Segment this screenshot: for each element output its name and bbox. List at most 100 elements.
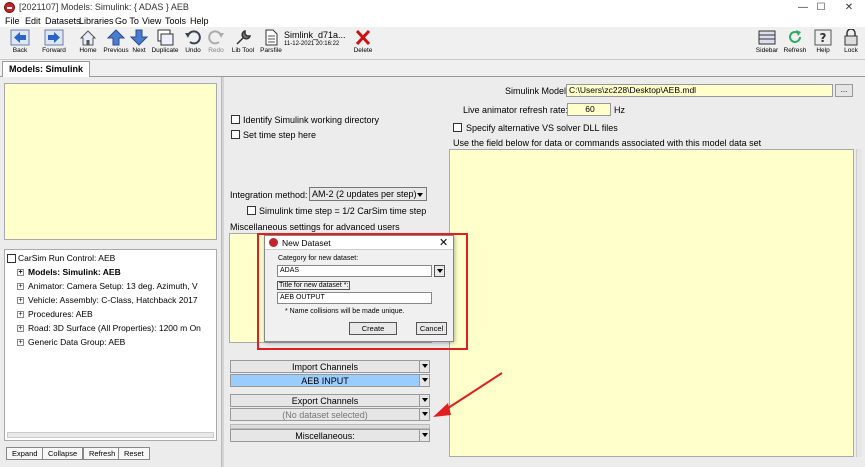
red-highlight-box bbox=[257, 233, 468, 350]
export-channels-button[interactable]: Export Channels bbox=[230, 394, 420, 407]
help-button[interactable]: ? Help bbox=[808, 29, 838, 59]
maximize-button[interactable]: ☐ bbox=[808, 1, 834, 14]
menu-libraries[interactable]: Libraries bbox=[79, 15, 114, 27]
reset-button[interactable]: Reset bbox=[118, 447, 150, 460]
dataset-name: Simlink_d71a... bbox=[284, 30, 346, 40]
simulink-model-label: Simulink Model: bbox=[505, 86, 569, 96]
tree-root-checkbox[interactable] bbox=[7, 254, 16, 264]
browse-button[interactable]: ... bbox=[835, 84, 853, 97]
import-channels-button[interactable]: Import Channels bbox=[230, 360, 420, 373]
down-arrow-icon bbox=[130, 29, 148, 46]
refresh-tree-button[interactable]: Refresh bbox=[83, 447, 122, 460]
set-time-step-label: Set time step here bbox=[243, 130, 317, 140]
field-hint-text: Use the field below for data or commands… bbox=[453, 138, 762, 148]
export-channels-dropdown[interactable] bbox=[419, 394, 430, 407]
lock-icon bbox=[844, 29, 858, 46]
tree-item[interactable]: + Generic Data Group: AEB bbox=[17, 336, 125, 349]
tab-models-simulink[interactable]: Models: Simulink bbox=[2, 61, 91, 77]
identify-directory-label: Identify Simulink working directory bbox=[243, 115, 380, 125]
menu-view[interactable]: View bbox=[142, 15, 161, 27]
model-data-field[interactable] bbox=[449, 149, 854, 457]
export-dataset-dropdown[interactable] bbox=[419, 408, 430, 421]
app-logo-icon bbox=[4, 2, 15, 13]
window-titlebar: [2021107] Models: Simulink: { ADAS } AEB… bbox=[0, 0, 865, 15]
duplicate-icon bbox=[157, 29, 174, 46]
chevron-down-icon bbox=[421, 412, 428, 416]
identify-directory-checkbox[interactable] bbox=[231, 115, 240, 124]
vs-solver-checkbox[interactable] bbox=[453, 123, 462, 132]
expand-plus-icon[interactable]: + bbox=[17, 339, 24, 346]
integration-method-label: Integration method: bbox=[230, 190, 308, 200]
import-channels-dropdown[interactable] bbox=[419, 360, 430, 373]
expand-button[interactable]: Expand bbox=[6, 447, 44, 460]
wrench-icon bbox=[236, 29, 252, 45]
close-window-button[interactable]: ✕ bbox=[836, 1, 862, 14]
document-icon bbox=[265, 29, 278, 46]
misc-settings-label: Miscellaneous settings for advanced user… bbox=[230, 222, 400, 232]
redo-button[interactable]: Redo bbox=[201, 29, 231, 59]
red-arrow-annotation bbox=[433, 372, 503, 417]
expand-plus-icon[interactable]: + bbox=[17, 325, 24, 332]
menu-goto[interactable]: Go To bbox=[115, 15, 139, 27]
sim-time-step-label: Simulink time step = 1/2 CarSim time ste… bbox=[259, 206, 427, 216]
refresh-toolbar-button[interactable]: Refresh bbox=[780, 29, 810, 59]
vs-solver-label: Specify alternative VS solver DLL files bbox=[466, 123, 618, 133]
sidebar-button[interactable]: Sidebar bbox=[752, 29, 782, 59]
tree-item[interactable]: + Models: Simulink: AEB bbox=[17, 266, 121, 279]
chevron-down-icon bbox=[417, 193, 423, 197]
back-button[interactable]: Back bbox=[4, 29, 36, 59]
tree-item[interactable]: + Road: 3D Surface (All Properties): 1200… bbox=[17, 322, 201, 335]
menu-tools[interactable]: Tools bbox=[165, 15, 186, 27]
home-icon bbox=[79, 30, 97, 46]
expand-plus-icon[interactable]: + bbox=[17, 283, 24, 290]
tree-item[interactable]: + Vehicle: Assembly: C-Class, Hatchback 2… bbox=[17, 294, 198, 307]
aeb-input-dropdown[interactable] bbox=[419, 374, 430, 387]
menu-edit[interactable]: Edit bbox=[25, 15, 41, 27]
tree-item[interactable]: + Procedures: AEB bbox=[17, 308, 93, 321]
menu-file[interactable]: File bbox=[5, 15, 20, 27]
right-scrollbar[interactable] bbox=[856, 149, 862, 457]
refresh-rate-input[interactable]: 60 bbox=[567, 103, 611, 116]
refresh-rate-label: Live animator refresh rate: bbox=[463, 105, 569, 115]
tree-horizontal-scrollbar[interactable] bbox=[7, 432, 214, 438]
back-arrow-icon bbox=[10, 29, 30, 46]
tree-item[interactable]: + Animator: Camera Setup: 13 deg. Azimuth… bbox=[17, 280, 198, 293]
collapse-button[interactable]: Collapse bbox=[42, 447, 84, 460]
window-title: [2021107] Models: Simulink: { ADAS } AEB bbox=[19, 2, 189, 12]
forward-button[interactable]: Forward bbox=[38, 29, 70, 59]
lib-tool-button[interactable]: Lib Tool bbox=[228, 29, 258, 59]
tree-root[interactable]: CarSim Run Control: AEB bbox=[7, 252, 115, 265]
refresh-icon bbox=[789, 30, 801, 43]
menu-datasets[interactable]: Datasets bbox=[45, 15, 81, 27]
sim-time-step-checkbox[interactable] bbox=[247, 206, 256, 215]
menu-help[interactable]: Help bbox=[190, 15, 209, 27]
aeb-input-link[interactable]: AEB INPUT bbox=[230, 374, 420, 387]
menu-bar: File Edit Datasets Libraries Go To View … bbox=[0, 15, 865, 27]
pane-splitter[interactable] bbox=[221, 77, 224, 467]
notes-field[interactable] bbox=[4, 83, 217, 240]
redo-icon bbox=[208, 30, 224, 45]
svg-text:?: ? bbox=[820, 31, 827, 45]
expand-plus-icon[interactable]: + bbox=[17, 311, 24, 318]
integration-method-select[interactable]: AM-2 (2 updates per step) bbox=[309, 187, 427, 201]
chevron-down-icon bbox=[421, 364, 428, 368]
home-button[interactable]: Home bbox=[73, 29, 103, 59]
no-dataset-link[interactable]: (No dataset selected) bbox=[230, 408, 420, 421]
dataset-info: Simlink_d71a... 11-12-2021 20:16:22 bbox=[284, 30, 346, 47]
duplicate-button[interactable]: Duplicate bbox=[150, 29, 180, 59]
chevron-down-icon bbox=[421, 433, 428, 437]
parsfile-button[interactable]: Parsfile bbox=[256, 29, 286, 59]
set-time-step-checkbox[interactable] bbox=[231, 130, 240, 139]
undo-icon bbox=[185, 30, 201, 45]
question-mark-icon: ? bbox=[814, 29, 832, 46]
miscellaneous-button[interactable]: Miscellaneous: bbox=[230, 429, 420, 442]
miscellaneous-dropdown[interactable] bbox=[419, 429, 430, 442]
toolbar: Back Forward Home Previous Next Duplicat… bbox=[0, 27, 865, 60]
expand-plus-icon[interactable]: + bbox=[17, 297, 24, 304]
up-arrow-icon bbox=[107, 29, 125, 46]
lock-button[interactable]: Lock bbox=[836, 29, 865, 59]
delete-button[interactable]: Delete bbox=[348, 29, 378, 59]
simulink-model-path-input[interactable]: C:\Users\zc228\Desktop\AEB.mdl bbox=[566, 84, 833, 97]
chevron-down-icon bbox=[421, 398, 428, 402]
expand-plus-icon[interactable]: + bbox=[17, 269, 24, 276]
